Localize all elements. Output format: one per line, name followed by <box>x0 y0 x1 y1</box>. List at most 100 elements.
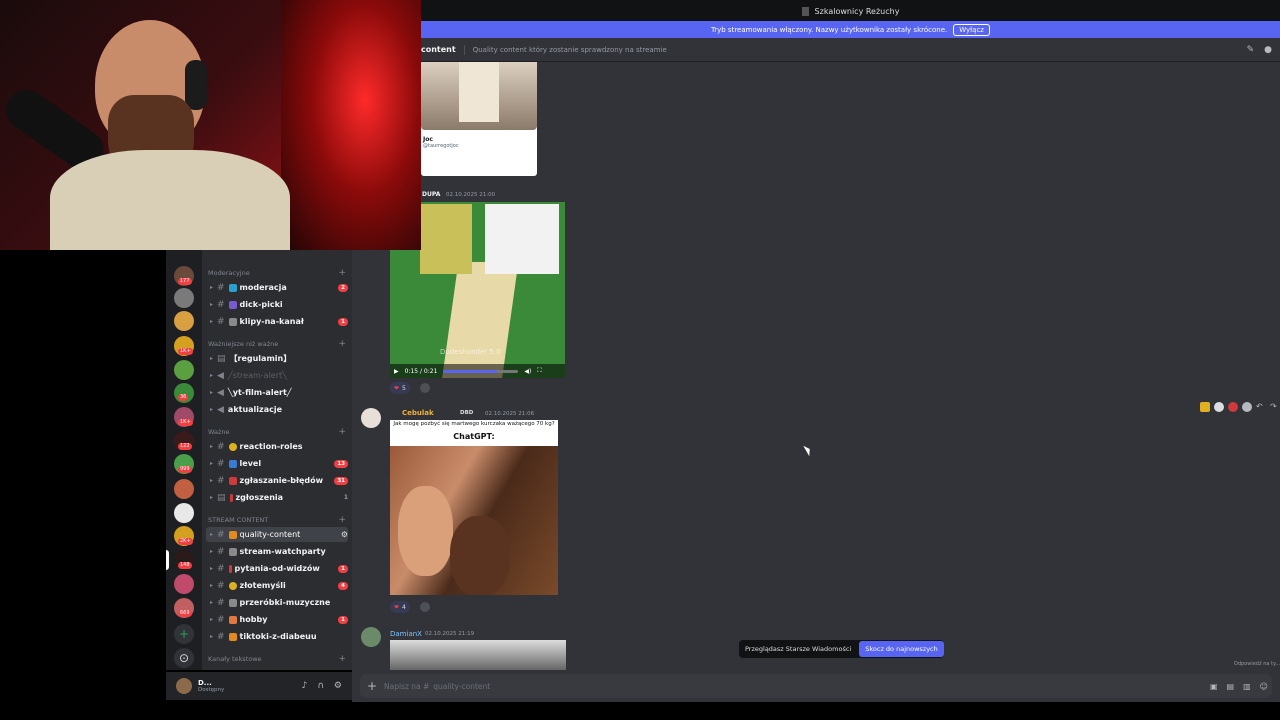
message-list: Joc @taurregotjoc DUPA 02.10.2025 21:00 … <box>352 62 1280 670</box>
server-badge: 999 <box>178 466 192 473</box>
message-author[interactable]: DUPA <box>422 191 440 198</box>
sticker-icon[interactable]: ▥ <box>1243 682 1251 691</box>
channel-item[interactable]: ▸ # moderacja 2 <box>206 280 348 295</box>
server-icon-3[interactable] <box>174 311 194 331</box>
channel-item[interactable]: ▸ # klipy-na-kanał 1 <box>206 314 348 329</box>
channel-item[interactable]: ▸ # hobby 1 <box>206 612 348 627</box>
gear-icon[interactable]: ⚙ <box>334 681 342 691</box>
meme-title: ChatGPT: <box>453 432 495 441</box>
composer-channel: quality-content <box>433 681 491 691</box>
avatar[interactable] <box>361 627 381 647</box>
gear-icon[interactable]: ⚙ <box>341 530 348 539</box>
server-icon <box>801 6 809 16</box>
guild-tag: DBD <box>460 410 474 416</box>
channel-item[interactable]: ▸ # złotemyśli 4 <box>206 578 348 593</box>
message-hover-toolbar: ↶ ↷ <box>1200 402 1280 412</box>
channel-item[interactable]: ▸ # zgłaszanie-błędów 31 <box>206 473 348 488</box>
emoji-icon[interactable] <box>1200 402 1210 412</box>
channel-item-selected[interactable]: ▸ # quality-content ⚙ <box>206 527 348 542</box>
channel-item[interactable]: ▸ ▤ 【regulamin】 <box>206 351 348 366</box>
add-channel-icon[interactable]: + <box>338 339 346 349</box>
disable-streamer-mode-button[interactable]: Wyłącz <box>953 23 990 36</box>
server-icon-2[interactable] <box>174 288 194 308</box>
window-titlebar: Szkalownicy Reżuchy <box>421 0 1280 22</box>
add-channel-icon[interactable]: + <box>338 427 346 437</box>
server-icon-11[interactable] <box>174 503 194 523</box>
window-title: Szkalownicy Reżuchy <box>814 6 900 16</box>
server-rail: 177 1K+ 36 1K+ 122 999 2K+ 148 669 + ⊙ <box>166 250 202 670</box>
video-progress[interactable] <box>443 369 519 373</box>
server-badge: 177 <box>178 278 192 285</box>
channel-header: content Quality content który zostanie s… <box>421 38 1280 62</box>
server-badge: 1K+ <box>178 348 193 355</box>
server-selected-indicator <box>166 550 169 570</box>
add-reaction-icon[interactable] <box>420 383 430 393</box>
skull-icon[interactable] <box>1214 402 1224 412</box>
category-moderacyjne[interactable]: Moderacyjne + <box>208 267 346 279</box>
user-status: Dostępny <box>198 687 225 693</box>
older-messages-bar: Przeglądasz Starsze Wiadomości Skocz do … <box>739 640 944 658</box>
add-server-icon[interactable]: + <box>174 624 194 644</box>
add-channel-icon[interactable]: + <box>338 654 346 664</box>
message-author[interactable]: Cebulak <box>402 409 434 417</box>
video-subtitle: Dudeshunder 5.0 <box>440 348 501 356</box>
meme-question: Jak mogę pozbyć się martwego kurczaka wa… <box>393 421 555 427</box>
tweet-handle: @taurregotjoc <box>423 143 459 149</box>
reply-icon[interactable]: ↶ <box>1256 402 1266 412</box>
channel-item[interactable]: ▸ # pytania-od-widzów 1 <box>206 561 348 576</box>
forward-icon[interactable]: ↷ <box>1270 402 1280 412</box>
gif-icon[interactable]: ▤ <box>1227 682 1235 691</box>
streamer-mode-text: Tryb streamowania włączony. Nazwy użytko… <box>711 25 948 34</box>
gift-icon[interactable]: ▣ <box>1210 682 1218 691</box>
server-badge: 122 <box>178 443 192 450</box>
flag-icon[interactable] <box>1228 402 1238 412</box>
message-author[interactable]: DamianX <box>390 630 422 638</box>
add-channel-icon[interactable]: + <box>338 268 346 278</box>
tweet-embed[interactable]: Joc @taurregotjoc <box>421 62 537 176</box>
channel-item[interactable]: ▸ # tiktoki-z-diabeuu <box>206 629 348 644</box>
volume-icon[interactable]: ◀) <box>524 368 531 375</box>
fullscreen-icon[interactable]: ⛶ <box>537 367 541 375</box>
explore-icon[interactable]: ⊙ <box>174 648 194 668</box>
channel-item[interactable]: ▸ ◀ ╱stream-alert╲ <box>206 368 348 383</box>
pin-icon[interactable]: ✎ <box>1247 45 1255 55</box>
meme-image[interactable]: Jak mogę pozbyć się martwego kurczaka wa… <box>390 420 558 595</box>
channel-item[interactable]: ▸ ◀ aktualizacje <box>206 402 348 417</box>
upload-plus-icon[interactable]: + <box>360 679 384 693</box>
microphone-icon[interactable]: ♪ <box>302 681 308 691</box>
category-wazniejsze[interactable]: Ważniejsze niż ważne + <box>208 338 346 350</box>
composer-placeholder[interactable]: Napisz na # <box>384 682 429 691</box>
avatar[interactable] <box>176 678 192 694</box>
server-icon-5[interactable] <box>174 360 194 380</box>
server-icon-10[interactable] <box>174 479 194 499</box>
avatar[interactable] <box>361 408 381 428</box>
image-attachment[interactable] <box>390 640 566 670</box>
channel-item[interactable]: ▸ # reaction-roles <box>206 439 348 454</box>
channel-item[interactable]: ▸ # przeróbki-muzyczne <box>206 595 348 610</box>
user-panel: D... Dostępny ♪ ∩ ⚙ <box>166 672 352 700</box>
message-timestamp: 02.10.2025 21:00 <box>446 192 496 198</box>
jump-to-present-button[interactable]: Skocz do najnowszych <box>859 641 944 657</box>
channel-item[interactable]: ▸ # dick-picki <box>206 297 348 312</box>
play-icon[interactable]: ▶ <box>394 368 399 375</box>
channel-topic[interactable]: Quality content który zostanie sprawdzon… <box>473 46 667 54</box>
bell-icon[interactable]: ● <box>1264 45 1272 55</box>
channel-item[interactable]: ▸ ◀ ╲yt-film-alert╱ <box>206 385 348 400</box>
reaction-heart[interactable]: ❤ 5 <box>390 382 410 394</box>
channel-item[interactable]: ▸ ▤ zgłoszenia 1 <box>206 490 348 505</box>
channel-item[interactable]: ▸ # level 13 <box>206 456 348 471</box>
add-reaction-icon[interactable] <box>420 602 430 612</box>
emoji-icon[interactable]: ☺ <box>1260 682 1268 691</box>
headphones-icon[interactable]: ∩ <box>317 681 324 691</box>
category-wazne[interactable]: Ważne + <box>208 426 346 438</box>
category-tekstowe[interactable]: Kanały tekstowe + <box>208 653 346 665</box>
add-reaction-icon[interactable] <box>1242 402 1252 412</box>
channel-item[interactable]: ▸ # stream-watchparty <box>206 544 348 559</box>
server-icon-14[interactable] <box>174 574 194 594</box>
server-badge: 148 <box>178 562 192 569</box>
add-channel-icon[interactable]: + <box>338 515 346 525</box>
reaction-heart[interactable]: ❤ 4 <box>390 601 410 613</box>
streamer-mode-bar: Tryb streamowania włączony. Nazwy użytko… <box>421 21 1280 38</box>
username: D... <box>198 679 212 687</box>
category-stream-content[interactable]: STREAM CONTENT + <box>208 514 346 526</box>
